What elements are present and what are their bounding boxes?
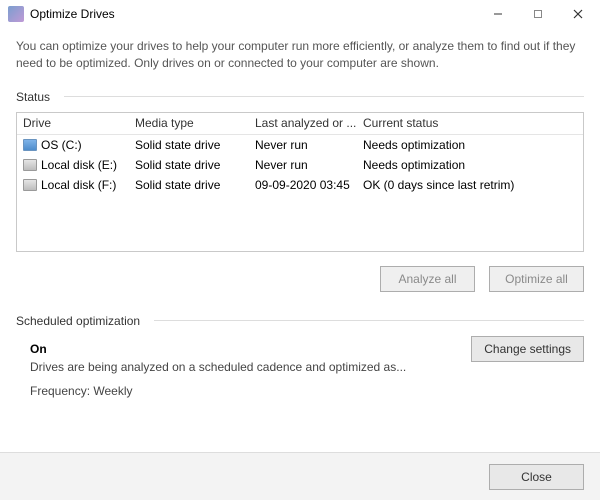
col-last[interactable]: Last analyzed or ... <box>253 116 361 130</box>
drive-status: OK (0 days since last retrim) <box>361 178 579 192</box>
change-settings-button[interactable]: Change settings <box>471 336 584 362</box>
close-button[interactable]: Close <box>489 464 584 490</box>
drive-disk-icon <box>23 179 37 191</box>
col-drive[interactable]: Drive <box>21 116 133 130</box>
table-header-row: Drive Media type Last analyzed or ... Cu… <box>17 113 583 135</box>
drive-name: Local disk (E:) <box>41 158 117 172</box>
drive-last: Never run <box>253 138 361 152</box>
col-media[interactable]: Media type <box>133 116 253 130</box>
scheduled-label: Scheduled optimization <box>16 314 140 328</box>
drive-media: Solid state drive <box>133 178 253 192</box>
close-icon <box>573 9 583 19</box>
divider <box>154 320 584 321</box>
maximize-icon <box>533 9 543 19</box>
maximize-button[interactable] <box>518 0 558 28</box>
close-window-button[interactable] <box>558 0 598 28</box>
drive-table[interactable]: Drive Media type Last analyzed or ... Cu… <box>16 112 584 252</box>
minimize-icon <box>493 9 503 19</box>
drive-name: OS (C:) <box>41 138 82 152</box>
app-icon <box>8 6 24 22</box>
drive-disk-icon <box>23 159 37 171</box>
drive-last: 09-09-2020 03:45 <box>253 178 361 192</box>
drive-status: Needs optimization <box>361 158 579 172</box>
table-row[interactable]: Local disk (E:) Solid state drive Never … <box>17 155 583 175</box>
drive-last: Never run <box>253 158 361 172</box>
status-label: Status <box>16 90 50 104</box>
drive-os-icon <box>23 139 37 151</box>
col-status[interactable]: Current status <box>361 116 579 130</box>
optimize-all-button[interactable]: Optimize all <box>489 266 584 292</box>
footer-bar: Close <box>0 452 600 500</box>
scheduled-frequency: Frequency: Weekly <box>30 384 582 398</box>
table-row[interactable]: OS (C:) Solid state drive Never run Need… <box>17 135 583 155</box>
drive-media: Solid state drive <box>133 158 253 172</box>
window-title: Optimize Drives <box>30 7 115 21</box>
status-section-header: Status <box>16 90 584 104</box>
drive-media: Solid state drive <box>133 138 253 152</box>
scheduled-section-header: Scheduled optimization <box>16 314 584 328</box>
intro-text: You can optimize your drives to help you… <box>16 38 584 72</box>
scheduled-description: Drives are being analyzed on a scheduled… <box>30 360 582 374</box>
table-row[interactable]: Local disk (F:) Solid state drive 09-09-… <box>17 175 583 195</box>
titlebar: Optimize Drives <box>0 0 600 28</box>
divider <box>64 96 584 97</box>
minimize-button[interactable] <box>478 0 518 28</box>
drive-status: Needs optimization <box>361 138 579 152</box>
drive-name: Local disk (F:) <box>41 178 116 192</box>
analyze-all-button[interactable]: Analyze all <box>380 266 475 292</box>
